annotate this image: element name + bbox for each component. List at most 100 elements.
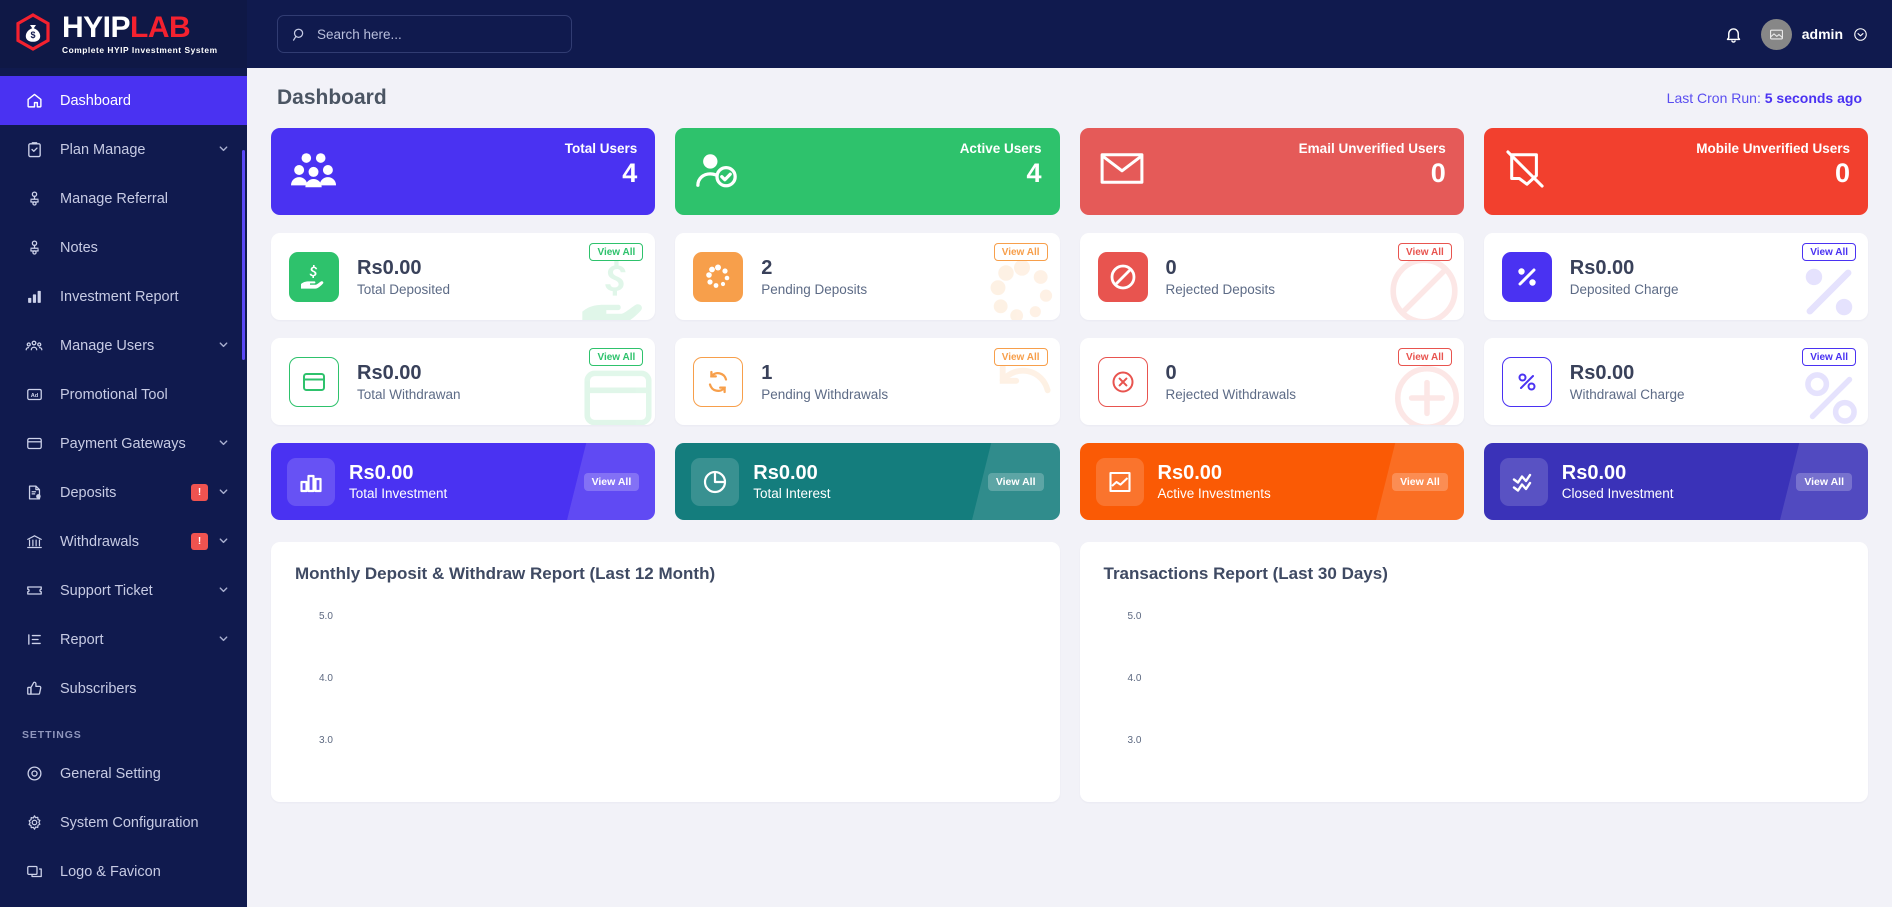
home-icon — [22, 92, 46, 109]
sidebar-item-logo-favicon[interactable]: Logo & Favicon — [0, 847, 247, 896]
chevron-down-icon[interactable] — [218, 535, 229, 549]
card-closed-investment[interactable]: Rs0.00 Closed Investment View All — [1484, 443, 1868, 520]
card-value: Rs0.00 — [357, 362, 461, 384]
view-all-button[interactable]: View All — [1796, 473, 1852, 491]
card-total-interest[interactable]: Rs0.00 Total Interest View All — [675, 443, 1059, 520]
sidebar-item-system-configuration[interactable]: System Configuration — [0, 798, 247, 847]
view-all-button[interactable]: View All — [1802, 348, 1856, 366]
page-title: Dashboard — [277, 86, 387, 110]
y-axis-tick: 3.0 — [319, 735, 333, 746]
sidebar-item-manage-users[interactable]: Manage Users — [0, 321, 247, 370]
card-pending-withdrawals[interactable]: 1 Pending Withdrawals View All — [675, 338, 1059, 425]
chevron-down-icon[interactable] — [218, 633, 229, 647]
card-withdrawal-charge[interactable]: Rs0.00 Withdrawal Charge View All — [1484, 338, 1868, 425]
bell-icon[interactable] — [1724, 25, 1743, 44]
spinner-dots-icon — [693, 252, 743, 302]
view-all-button[interactable]: View All — [589, 243, 643, 261]
chart-title: Monthly Deposit & Withdraw Report (Last … — [295, 564, 1036, 584]
stat-card-total-users[interactable]: Total Users 4 — [271, 128, 655, 215]
svg-text:Ad: Ad — [30, 393, 38, 399]
sidebar-item-subscribers[interactable]: Subscribers — [0, 664, 247, 713]
stat-card-mobile-unverified-users[interactable]: Mobile Unverified Users 0 — [1484, 128, 1868, 215]
sidebar-item-manage-referral[interactable]: Manage Referral — [0, 174, 247, 223]
card-deposited-charge[interactable]: Rs0.00 Deposited Charge View All — [1484, 233, 1868, 320]
sidebar-item-label: Promotional Tool — [60, 387, 229, 403]
sidebar-item-investment-report[interactable]: Investment Report — [0, 272, 247, 321]
view-all-button[interactable]: View All — [994, 243, 1048, 261]
sidebar: $ HYIPLAB Complete HYIP Investment Syste… — [0, 0, 247, 907]
sidebar-scrollbar[interactable] — [242, 150, 245, 360]
bank-icon — [22, 533, 46, 550]
sidebar-item-dashboard[interactable]: Dashboard — [0, 76, 247, 125]
card-pending-deposits[interactable]: 2 Pending Deposits View All — [675, 233, 1059, 320]
chevron-down-icon[interactable] — [218, 584, 229, 598]
card-label: Rejected Deposits — [1166, 282, 1276, 297]
stat-card-label: Active Users — [960, 141, 1042, 156]
watermark-icon — [1384, 358, 1464, 425]
mobile-slash-icon — [1504, 150, 1546, 193]
card-total-withdrawan[interactable]: Rs0.00 Total Withdrawan View All — [271, 338, 655, 425]
card-label: Rejected Withdrawals — [1166, 387, 1297, 402]
sidebar-item-label: Dashboard — [60, 93, 229, 109]
sidebar-item-label: Withdrawals — [60, 534, 191, 550]
view-all-button[interactable]: View All — [1802, 243, 1856, 261]
stat-card-active-users[interactable]: Active Users 4 — [675, 128, 1059, 215]
sidebar-item-withdrawals[interactable]: Withdrawals ! — [0, 517, 247, 566]
user-menu[interactable]: admin — [1761, 19, 1868, 50]
withdraw-cards-row: Rs0.00 Total Withdrawan View All 1 Pendi… — [271, 338, 1868, 425]
card-value: Rs0.00 — [1158, 462, 1271, 484]
brand-name-secondary: LAB — [130, 11, 190, 44]
sidebar-item-label: General Setting — [60, 766, 229, 782]
view-all-button[interactable]: View All — [584, 473, 640, 491]
search-box[interactable] — [277, 15, 572, 53]
money-bag-hexagon-icon: $ — [10, 11, 56, 57]
users-three-icon — [291, 150, 337, 195]
search-input[interactable] — [317, 27, 557, 42]
chart-plot-area: 5.0 4.0 3.0 — [1104, 598, 1845, 788]
chevron-down-icon[interactable] — [218, 143, 229, 157]
card-value: 0 — [1166, 257, 1276, 279]
sidebar-item-label: Notes — [60, 240, 229, 256]
view-all-button[interactable]: View All — [994, 348, 1048, 366]
brand-logo[interactable]: $ HYIPLAB Complete HYIP Investment Syste… — [0, 0, 247, 68]
view-all-button[interactable]: View All — [589, 348, 643, 366]
card-label: Deposited Charge — [1570, 282, 1679, 297]
sidebar-item-report[interactable]: Report — [0, 615, 247, 664]
refresh-cycle-icon — [693, 357, 743, 407]
card-rejected-withdrawals[interactable]: 0 Rejected Withdrawals View All — [1080, 338, 1464, 425]
card-total-investment[interactable]: Rs0.00 Total Investment View All — [271, 443, 655, 520]
sidebar-item-promotional-tool[interactable]: Ad Promotional Tool — [0, 370, 247, 419]
sidebar-item-payment-gateways[interactable]: Payment Gateways — [0, 419, 247, 468]
top-bar: admin — [247, 0, 1892, 68]
view-all-button[interactable]: View All — [1392, 473, 1448, 491]
card-active-investments[interactable]: Rs0.00 Active Investments View All — [1080, 443, 1464, 520]
stat-card-email-unverified-users[interactable]: Email Unverified Users 0 — [1080, 128, 1464, 215]
sidebar-item-plan-manage[interactable]: Plan Manage — [0, 125, 247, 174]
invoice-dollar-icon — [22, 484, 46, 501]
watermark-icon — [978, 253, 1060, 320]
sidebar-item-notes[interactable]: Notes — [0, 223, 247, 272]
sidebar-menu: Dashboard Plan Manage Manage Referral — [0, 68, 247, 896]
user-check-icon — [695, 150, 739, 195]
chevron-down-icon[interactable] — [218, 486, 229, 500]
card-value: 2 — [761, 257, 867, 279]
view-all-button[interactable]: View All — [1398, 348, 1452, 366]
watermark-icon — [1788, 358, 1868, 425]
chart-plot-area: 5.0 4.0 3.0 — [295, 598, 1036, 788]
view-all-button[interactable]: View All — [1398, 243, 1452, 261]
sidebar-item-deposits[interactable]: Deposits ! — [0, 468, 247, 517]
investment-cards-row: Rs0.00 Total Investment View All Rs0.00 … — [271, 443, 1868, 520]
card-rejected-deposits[interactable]: 0 Rejected Deposits View All — [1080, 233, 1464, 320]
cron-status: Last Cron Run: 5 seconds ago — [1667, 90, 1862, 106]
stat-card-value: 0 — [1299, 160, 1446, 187]
card-label: Active Investments — [1158, 486, 1271, 501]
view-all-button[interactable]: View All — [988, 473, 1044, 491]
card-total-deposited[interactable]: Rs0.00 Total Deposited View All — [271, 233, 655, 320]
card-value: Rs0.00 — [1570, 362, 1685, 384]
sidebar-item-general-setting[interactable]: General Setting — [0, 749, 247, 798]
chevron-down-icon[interactable] — [218, 437, 229, 451]
sidebar-item-support-ticket[interactable]: Support Ticket — [0, 566, 247, 615]
chevron-down-icon[interactable] — [218, 339, 229, 353]
chevron-down-circle-icon[interactable] — [1853, 27, 1868, 42]
pie-chart-icon — [691, 458, 739, 506]
